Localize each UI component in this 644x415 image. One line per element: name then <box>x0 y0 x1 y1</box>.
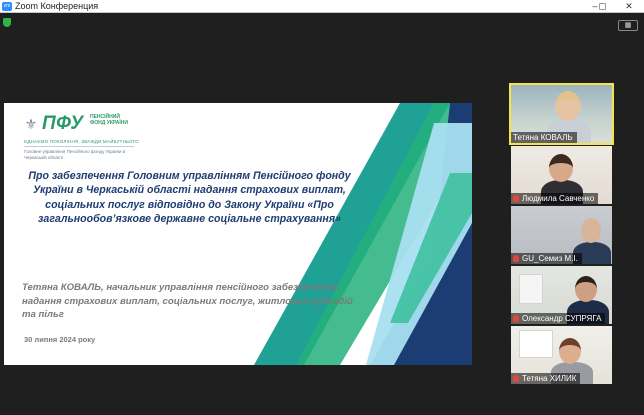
encryption-shield-icon[interactable] <box>3 18 11 27</box>
mic-muted-icon <box>513 195 519 202</box>
participant-head <box>559 338 581 364</box>
participant-tile[interactable]: Олександр СУПРЯГА <box>511 266 612 324</box>
participant-head <box>555 91 581 121</box>
participant-name: Тетяна КОВАЛЬ <box>511 132 577 143</box>
title-bar: zm Zoom Конференция – ✕ <box>0 0 644 13</box>
zoom-app-icon: zm <box>2 2 12 11</box>
participant-name: Людмила Савченко <box>511 193 599 204</box>
window-title: Zoom Конференция <box>15 1 99 11</box>
department-name: Головне управління Пенсійного фонду Укра… <box>24 149 126 160</box>
pfu-tagline: ЄДНАЄМО ПОКОЛІННЯ, ЗВАЖДИ МАЙБУТНЬОГО <box>24 139 139 144</box>
mic-muted-icon <box>513 315 519 322</box>
pfu-banner-icon <box>519 274 543 304</box>
participant-name: Тетяна ХИЛИК <box>511 373 581 384</box>
shared-screen-slide: ⚜ ПФУ ПЕНСІЙНИЙ ФОНД УКРАЇНИ ЄДНАЄМО ПОК… <box>4 103 472 365</box>
participant-name: Олександр СУПРЯГА <box>511 313 606 324</box>
slide-author: Тетяна КОВАЛЬ, начальник управління пенс… <box>22 282 353 320</box>
mic-muted-icon <box>513 375 519 382</box>
participant-tile[interactable]: Людмила Савченко <box>511 146 612 204</box>
participant-tile[interactable]: Тетяна КОВАЛЬ <box>509 83 614 145</box>
participant-head <box>581 218 601 243</box>
maximize-button[interactable] <box>599 3 606 10</box>
pfu-logo: ПФУ <box>42 113 84 134</box>
participant-tile[interactable]: GU_Семиз М.І. <box>511 206 612 264</box>
logo-divider <box>24 146 134 147</box>
slide-date: 30 липня 2024 року <box>24 335 96 344</box>
slide-title: Про забезпечення Головним управлінням Пе… <box>28 170 351 226</box>
trident-icon: ⚜ <box>24 116 38 132</box>
participant-head <box>575 276 597 302</box>
pfu-banner-icon <box>519 330 553 358</box>
grid-view-icon[interactable]: ▦ <box>618 20 638 31</box>
close-button[interactable]: ✕ <box>622 0 636 13</box>
participant-head <box>549 154 573 182</box>
mic-muted-icon <box>513 255 519 262</box>
pfu-logo-subtitle: ПЕНСІЙНИЙ ФОНД УКРАЇНИ <box>90 114 128 126</box>
participant-tile[interactable]: Тетяна ХИЛИК <box>511 326 612 384</box>
participant-name: GU_Семиз М.І. <box>511 253 582 264</box>
